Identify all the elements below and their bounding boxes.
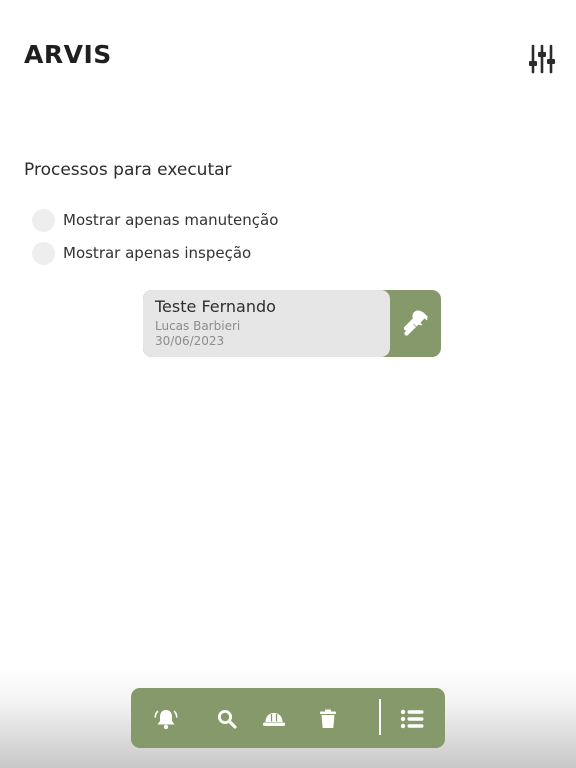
process-list-button[interactable] [399,706,425,732]
filter-inspection-only[interactable]: Mostrar apenas inspeção [32,241,251,265]
filter-maintenance-only[interactable]: Mostrar apenas manutenção [32,208,278,232]
process-title: Teste Fernando [155,297,276,316]
tools-icon [403,309,428,336]
process-card-body[interactable]: Teste Fernando Lucas Barbieri 30/06/2023 [143,290,390,357]
process-author: Lucas Barbieri [155,319,241,333]
trash-icon [320,709,336,728]
hard-hat-icon [263,713,285,726]
notifications-button[interactable] [153,706,179,732]
section-title: Processos para executar [24,160,232,180]
search-button[interactable] [214,706,240,732]
bottom-nav-bar [131,688,445,748]
process-type-button[interactable] [390,290,441,357]
filter-settings-button[interactable] [526,42,558,76]
filter-maintenance-label: Mostrar apenas manutenção [63,211,279,229]
list-icon [400,709,424,729]
process-card[interactable]: Teste Fernando Lucas Barbieri 30/06/2023 [143,290,441,357]
radio-button[interactable] [32,241,55,265]
filter-inspection-label: Mostrar apenas inspeção [63,244,252,262]
search-icon [218,710,237,729]
bell-icon [154,710,178,730]
process-date: 30/06/2023 [155,334,225,348]
inspection-button[interactable] [261,706,287,732]
app-title: ARVIS [24,40,112,69]
delete-button[interactable] [315,706,341,732]
sliders-icon [529,44,555,74]
radio-button[interactable] [32,208,55,232]
nav-divider [379,699,381,735]
